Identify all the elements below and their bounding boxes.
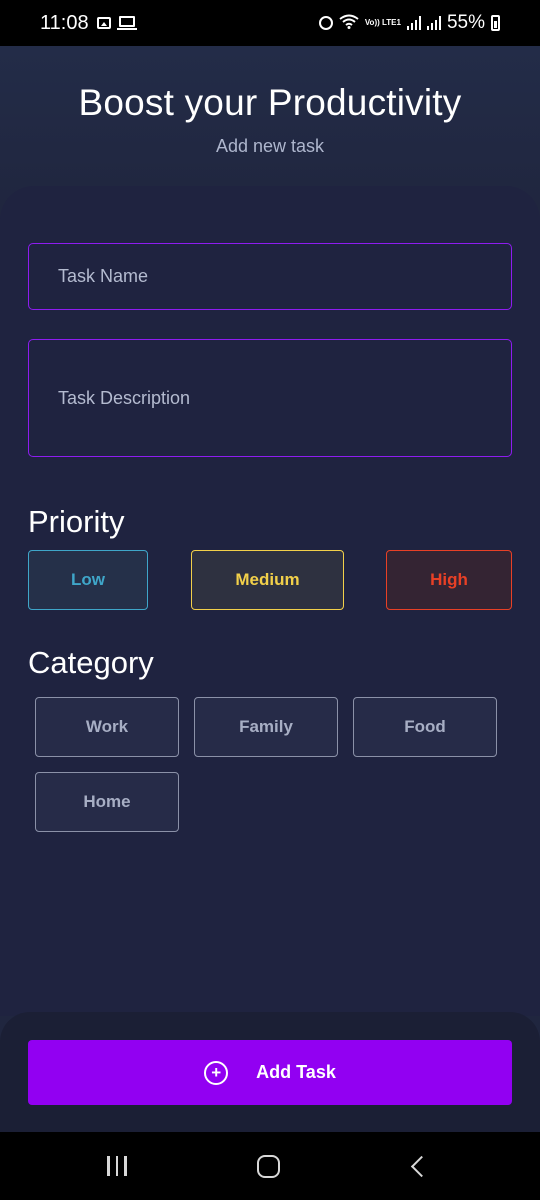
add-task-label: Add Task (256, 1062, 336, 1082)
priority-label: Priority (28, 504, 125, 539)
recents-icon (107, 1156, 127, 1176)
status-left: 11:08 (40, 11, 137, 35)
task-name-input[interactable] (58, 266, 511, 287)
page-title: Boost your Productivity (78, 82, 462, 123)
laptop-icon (116, 16, 137, 30)
back-icon (410, 1155, 432, 1177)
alarm-icon (318, 16, 333, 30)
page-subtitle: Add new task (215, 136, 325, 156)
category-work-button[interactable]: Work (35, 697, 179, 757)
home-button[interactable] (218, 1132, 318, 1200)
status-right: Vo)) LTE1 55% (318, 12, 500, 34)
battery-percent: 55% (446, 12, 485, 33)
recents-button[interactable] (67, 1132, 167, 1200)
category-home-button[interactable]: Home (35, 772, 179, 832)
bottom-panel: + Add Task (0, 1012, 540, 1132)
task-name-field[interactable] (28, 243, 512, 310)
category-family-button[interactable]: Family (194, 697, 338, 757)
task-description-input[interactable] (58, 386, 511, 410)
add-task-button[interactable]: + Add Task (28, 1040, 512, 1105)
back-button[interactable] (368, 1132, 468, 1200)
priority-medium-button[interactable]: Medium (191, 550, 344, 610)
task-description-field[interactable] (28, 339, 512, 457)
category-label: Category (28, 645, 154, 680)
battery-icon (491, 15, 500, 31)
signal-icon (426, 16, 441, 30)
header: Boost your Productivity Add new task (0, 46, 540, 157)
task-form-card: Priority Low Medium High Category Work F… (0, 186, 540, 1016)
system-nav-bar (0, 1132, 540, 1200)
wifi-icon (339, 14, 359, 33)
signal-icon (406, 16, 421, 30)
priority-low-button[interactable]: Low (28, 550, 148, 610)
add-circle-icon: + (204, 1060, 229, 1085)
image-icon (96, 17, 111, 29)
app-screen: Boost your Productivity Add new task Pri… (0, 46, 540, 1132)
status-time: 11:08 (40, 11, 89, 34)
category-food-button[interactable]: Food (353, 697, 497, 757)
volte-label: Vo)) LTE1 (364, 18, 401, 27)
home-icon (256, 1154, 280, 1178)
priority-high-button[interactable]: High (386, 550, 512, 610)
status-bar: 11:08 Vo)) LTE1 55% (0, 0, 540, 46)
